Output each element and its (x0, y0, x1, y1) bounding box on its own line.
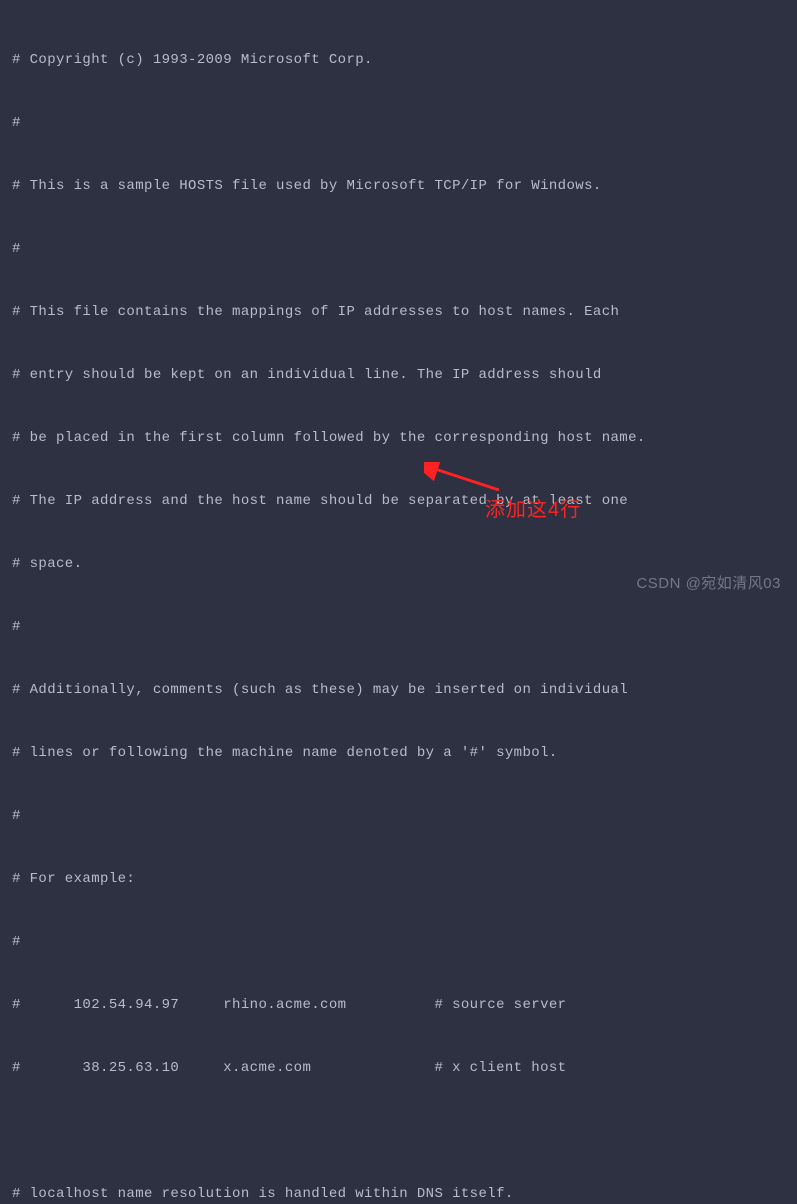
code-line: # lines or following the machine name de… (12, 743, 785, 764)
code-line: # (12, 806, 785, 827)
watermark: CSDN @宛如清风03 (636, 573, 781, 594)
code-line (12, 1121, 785, 1142)
code-line: # This file contains the mappings of IP … (12, 302, 785, 323)
code-line: # space. (12, 554, 785, 575)
code-line: # (12, 239, 785, 260)
code-line: # entry should be kept on an individual … (12, 365, 785, 386)
code-line: # This is a sample HOSTS file used by Mi… (12, 176, 785, 197)
code-line: # Additionally, comments (such as these)… (12, 680, 785, 701)
code-line: # (12, 932, 785, 953)
code-line: # (12, 113, 785, 134)
code-line: # localhost name resolution is handled w… (12, 1184, 785, 1204)
code-line: # Copyright (c) 1993-2009 Microsoft Corp… (12, 50, 785, 71)
annotation-label: 添加这4行 (485, 500, 581, 521)
code-line: # The IP address and the host name shoul… (12, 491, 785, 512)
code-line: # 38.25.63.10 x.acme.com # x client host (12, 1058, 785, 1079)
text-editor[interactable]: # Copyright (c) 1993-2009 Microsoft Corp… (12, 8, 785, 1204)
code-line: # (12, 617, 785, 638)
arrow-icon (424, 462, 504, 492)
code-line: # be placed in the first column followed… (12, 428, 785, 449)
code-line: # 102.54.94.97 rhino.acme.com # source s… (12, 995, 785, 1016)
code-line: # For example: (12, 869, 785, 890)
